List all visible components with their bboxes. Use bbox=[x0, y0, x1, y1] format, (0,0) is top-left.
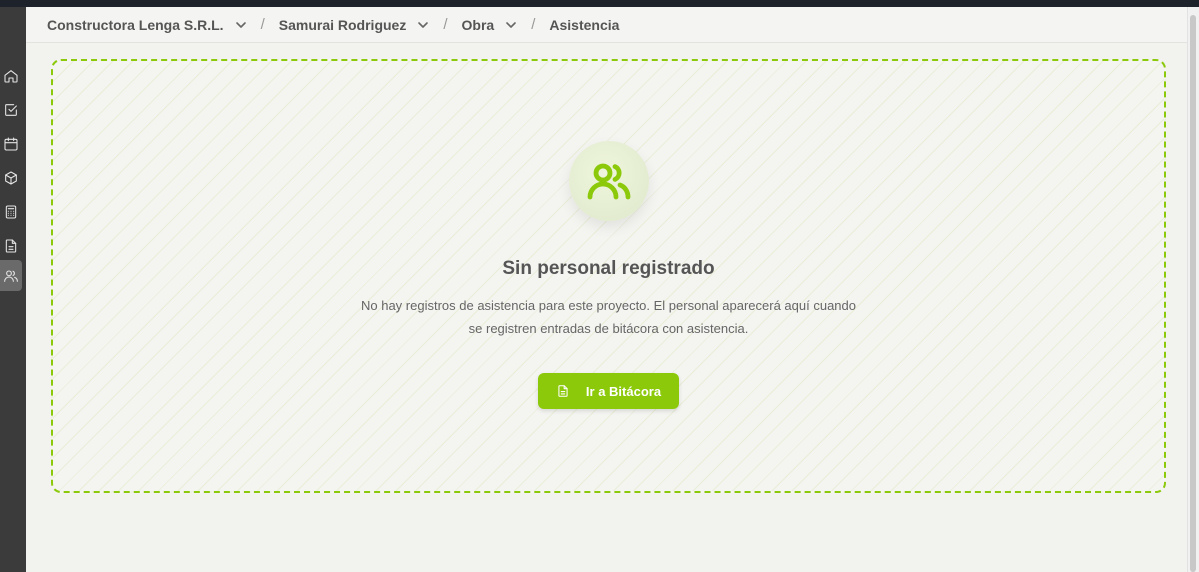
users-icon bbox=[587, 163, 631, 200]
sidebar bbox=[0, 7, 26, 572]
empty-state-card: Sin personal registrado No hay registros… bbox=[51, 59, 1166, 493]
scrollbar-thumb[interactable] bbox=[1190, 15, 1196, 572]
breadcrumb-separator: / bbox=[260, 16, 265, 33]
sidebar-item-calendar[interactable] bbox=[0, 130, 22, 158]
users-icon bbox=[4, 269, 18, 282]
checkbox-icon bbox=[5, 104, 17, 116]
go-to-logbook-button[interactable]: Ir a Bitácora bbox=[538, 373, 679, 409]
top-bar: Constructora Lenga S.R.L. / Samurai Rodr… bbox=[26, 7, 1188, 43]
breadcrumb-client-label: Samurai Rodriguez bbox=[278, 16, 407, 33]
calendar-icon bbox=[4, 137, 18, 151]
main-content: Sin personal registrado No hay registros… bbox=[26, 43, 1188, 572]
breadcrumb-current: Asistencia bbox=[549, 17, 619, 33]
chevron-down-icon bbox=[418, 21, 429, 28]
home-icon bbox=[4, 70, 18, 83]
empty-state-title: Sin personal registrado bbox=[502, 258, 715, 279]
breadcrumb-project-label: Obra bbox=[461, 16, 495, 33]
calculator-icon bbox=[5, 205, 17, 219]
box-icon bbox=[5, 171, 17, 185]
document-icon bbox=[558, 385, 568, 397]
sidebar-item-budget[interactable] bbox=[0, 198, 22, 226]
sidebar-item-logbook[interactable] bbox=[0, 232, 22, 260]
breadcrumb-project[interactable]: Obra bbox=[462, 17, 518, 33]
breadcrumb-client[interactable]: Samurai Rodriguez bbox=[279, 17, 430, 33]
chevron-down-icon bbox=[235, 21, 246, 28]
sidebar-item-materials[interactable] bbox=[0, 164, 22, 192]
breadcrumb-current-label: Asistencia bbox=[549, 16, 620, 33]
breadcrumb-company-label: Constructora Lenga S.R.L. bbox=[47, 16, 224, 33]
breadcrumb-separator: / bbox=[531, 16, 536, 33]
empty-state-icon-circle bbox=[569, 141, 649, 221]
sidebar-item-attendance[interactable] bbox=[0, 260, 22, 291]
document-icon bbox=[5, 239, 17, 253]
empty-state-description: No hay registros de asistencia para este… bbox=[360, 298, 856, 336]
go-to-logbook-label: Ir a Bitácora bbox=[585, 383, 662, 399]
breadcrumb-company[interactable]: Constructora Lenga S.R.L. bbox=[47, 17, 247, 33]
sidebar-item-tasks[interactable] bbox=[0, 96, 22, 124]
window-top-strip bbox=[0, 0, 1199, 7]
chevron-down-icon bbox=[506, 21, 517, 28]
sidebar-item-home[interactable] bbox=[0, 62, 22, 90]
breadcrumb-separator: / bbox=[443, 16, 448, 33]
breadcrumb: Constructora Lenga S.R.L. / Samurai Rodr… bbox=[26, 16, 619, 33]
vertical-scrollbar[interactable] bbox=[1187, 7, 1199, 572]
